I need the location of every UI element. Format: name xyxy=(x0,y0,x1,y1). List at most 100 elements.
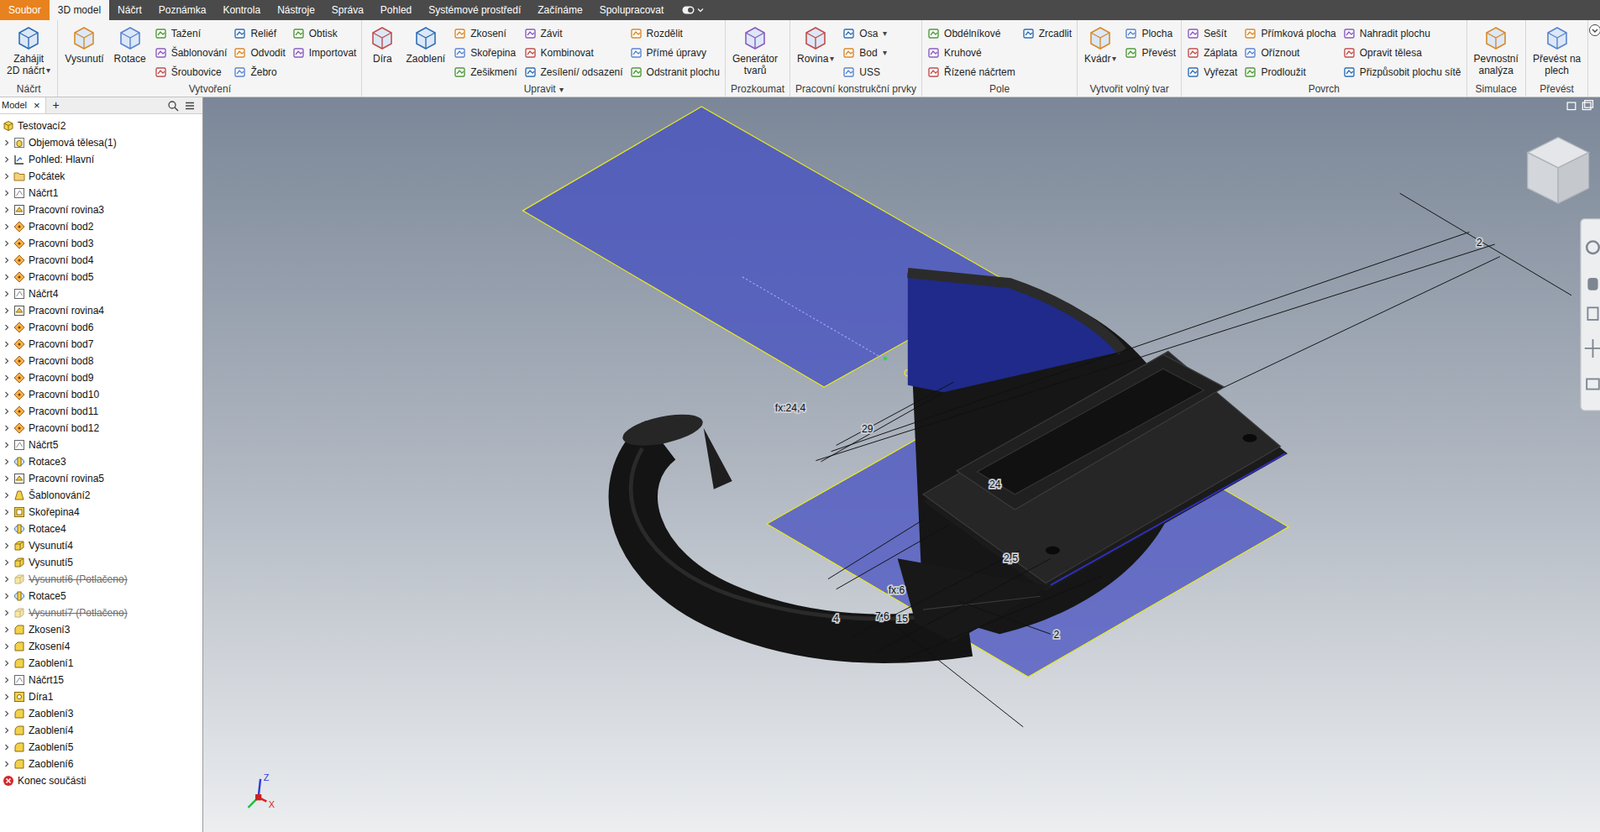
dimension-label[interactable]: fx:24,4 xyxy=(775,402,807,415)
button-label[interactable]: Zesílení/ odsazení xyxy=(540,64,624,80)
expand-chevron-icon[interactable] xyxy=(2,457,11,467)
menu-tab-label[interactable]: Začínáme xyxy=(537,2,583,18)
button-label[interactable]: Nahradit plochu xyxy=(1359,26,1431,42)
tree-item[interactable]: Zaoblení6 xyxy=(0,755,203,773)
tree-item[interactable]: Vysunutí4 xyxy=(0,537,203,555)
ribbon-button[interactable]: Reliéf xyxy=(233,23,285,43)
browser-tab-label[interactable]: Model xyxy=(1,98,27,113)
model-scene[interactable]: fx:24,429242,5fx:647,61522ZX xyxy=(203,97,1600,832)
tree-item-label[interactable]: Pracovní bod6 xyxy=(28,320,94,336)
tree-item[interactable]: Rotace4 xyxy=(0,520,203,538)
menu-tab-label[interactable]: Pohled xyxy=(380,2,412,18)
ribbon-button[interactable]: Odstranit plochu xyxy=(629,62,720,82)
tree-item-label[interactable]: Zaoblení3 xyxy=(28,706,74,722)
button-label[interactable]: Sešít xyxy=(1203,26,1227,42)
ribbon-big-button[interactable]: Pevnostníanalýza xyxy=(1472,23,1521,77)
button-label-line[interactable]: Díra xyxy=(372,52,393,65)
ribbon-big-button[interactable]: Zaoblení xyxy=(403,23,447,65)
tree-item-label[interactable]: Šablonování2 xyxy=(28,487,90,504)
expand-chevron-icon[interactable] xyxy=(2,138,11,147)
menu-tab-label[interactable]: Náčrt xyxy=(117,2,142,18)
button-label[interactable]: Opravit tělesa xyxy=(1359,45,1422,61)
ribbon-button[interactable]: Šablonování xyxy=(154,42,228,63)
expand-chevron-icon[interactable] xyxy=(2,625,11,635)
toggle-icon[interactable] xyxy=(671,0,714,21)
button-label[interactable]: Obtisk xyxy=(309,26,338,42)
ribbon-button[interactable]: Prodloužit xyxy=(1243,62,1336,82)
ribbon-big-button[interactable]: Rovina▾ xyxy=(795,23,836,65)
tree-item-label[interactable]: Objemová tělesa(1) xyxy=(28,135,117,151)
button-label[interactable]: Kombinovat xyxy=(540,45,594,61)
ribbon-button[interactable]: Přímé úpravy xyxy=(629,42,720,63)
tree-item[interactable]: Vysunutí6 (Potlačeno) xyxy=(0,571,203,588)
tree-item-label[interactable]: Zkosení3 xyxy=(28,622,70,638)
expand-chevron-icon[interactable] xyxy=(2,289,11,299)
expand-chevron-icon[interactable] xyxy=(2,256,11,265)
tree-item-label[interactable]: Zaoblení5 xyxy=(28,739,74,756)
tree-item-label[interactable]: Rotace4 xyxy=(28,521,67,537)
menu-tab[interactable]: Kontrola xyxy=(214,0,269,21)
expand-chevron-icon[interactable] xyxy=(2,373,11,383)
part-model[interactable] xyxy=(619,272,1288,643)
ribbon-button[interactable]: Zešikmení xyxy=(453,62,517,82)
ribbon-button[interactable]: Oříznout xyxy=(1243,42,1336,63)
ribbon-button[interactable]: Zrcadlit xyxy=(1022,23,1072,43)
button-label[interactable]: Oříznout xyxy=(1260,45,1300,61)
ribbon-button[interactable]: Zesílení/ odsazení xyxy=(524,62,624,82)
work-planes[interactable] xyxy=(522,106,1289,677)
expand-chevron-icon[interactable] xyxy=(2,676,11,685)
tree-item[interactable]: Pohled: Hlavní xyxy=(0,151,203,168)
ribbon-big-button[interactable]: Díra xyxy=(367,23,398,65)
tree-item[interactable]: Konec součásti xyxy=(0,772,203,790)
tree-item-label[interactable]: Konec součásti xyxy=(17,773,86,789)
tree-item-label[interactable]: Zaoblení1 xyxy=(28,655,74,672)
button-label[interactable]: USS xyxy=(859,64,881,80)
tree-item[interactable]: Pracovní bod8 xyxy=(0,352,203,370)
tree-item[interactable]: Zkosení3 xyxy=(0,621,203,639)
ribbon-big-button[interactable]: Generátortvarů xyxy=(730,23,780,77)
ribbon-button[interactable]: Převést xyxy=(1124,42,1176,63)
tree-item[interactable]: Skořepina4 xyxy=(0,503,203,521)
tree-item-label[interactable]: Rotace5 xyxy=(28,588,67,604)
button-label[interactable]: Přizpůsobit plochu sítě xyxy=(1359,64,1462,80)
dimension-label[interactable]: 2 xyxy=(1054,629,1060,641)
tree-item[interactable]: Pracovní bod11 xyxy=(0,403,203,420)
menu-icon[interactable] xyxy=(183,99,196,112)
tree-item[interactable]: Počátek xyxy=(0,167,203,185)
button-label[interactable]: Plocha xyxy=(1141,26,1173,42)
dimension-label[interactable]: fx:6 xyxy=(888,584,906,597)
ribbon-button[interactable]: Tažení xyxy=(154,23,228,43)
button-label[interactable]: Zrcadlit xyxy=(1038,26,1072,42)
menu-tab-label[interactable]: Správa xyxy=(331,2,364,18)
expand-chevron-icon[interactable] xyxy=(2,709,11,719)
dropdown-arrow[interactable]: ▾ xyxy=(46,64,51,77)
button-label[interactable]: Zkosení xyxy=(470,26,507,42)
ribbon-options-icon[interactable] xyxy=(1588,20,1600,97)
ribbon-button[interactable]: Řízené náčrtem xyxy=(927,62,1016,82)
button-label[interactable]: plech xyxy=(1544,64,1569,77)
menu-tab[interactable]: Poznámka xyxy=(150,0,216,21)
ribbon-button[interactable]: USS xyxy=(842,62,887,82)
ribbon-button[interactable]: Vyřezat xyxy=(1186,62,1238,82)
close-tab-button[interactable]: × xyxy=(33,97,41,115)
ribbon-button[interactable]: Rozdělit xyxy=(629,23,720,43)
expand-chevron-icon[interactable] xyxy=(2,356,11,366)
menu-tab[interactable]: Soubor xyxy=(0,0,50,21)
tree-item[interactable]: Pracovní bod6 xyxy=(0,319,203,336)
tree-item-label[interactable]: Počátek xyxy=(28,168,65,184)
button-label[interactable]: Zaoblení xyxy=(405,52,446,65)
expand-chevron-icon[interactable] xyxy=(2,340,11,349)
menu-tab[interactable]: Nástroje xyxy=(268,0,324,21)
tree-item-label[interactable]: Zaoblení6 xyxy=(28,756,74,772)
tree-item[interactable]: Zaoblení5 xyxy=(0,739,203,756)
tree-item[interactable]: Náčrt4 xyxy=(0,285,203,303)
tree-item-label[interactable]: Pracovní bod10 xyxy=(28,387,100,403)
expand-chevron-icon[interactable] xyxy=(2,608,11,618)
menu-tab-label[interactable]: 3D model xyxy=(57,2,101,18)
tree-item-label[interactable]: Pracovní bod9 xyxy=(28,370,94,386)
tree-item[interactable]: Šablonování2 xyxy=(0,487,203,504)
expand-chevron-icon[interactable] xyxy=(2,155,11,164)
expand-chevron-icon[interactable] xyxy=(2,575,11,584)
tree-item[interactable]: Vysunutí7 (Potlačeno) xyxy=(0,604,203,622)
window-controls[interactable] xyxy=(1567,100,1593,111)
